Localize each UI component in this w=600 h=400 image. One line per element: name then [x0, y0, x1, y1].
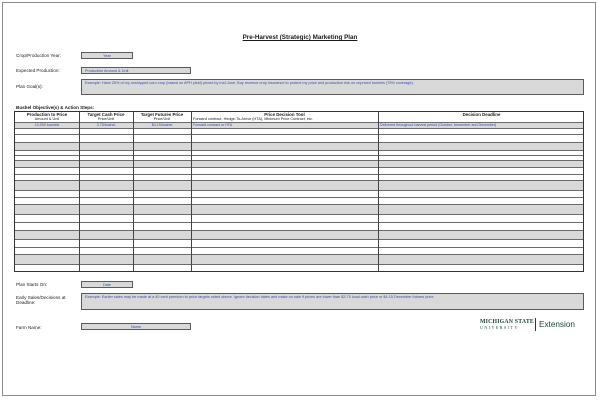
example-cash-price[interactable]: 3.75/bushel: [79, 123, 133, 128]
farm-name-field[interactable]: Name: [81, 323, 191, 330]
plan-goals-field[interactable]: Example: Have 25% of my unshipped corn c…: [81, 79, 584, 95]
col-header-deadline: Decision Deadline: [462, 112, 501, 117]
logo-divider: [535, 318, 536, 331]
example-decision-tool[interactable]: Forward contract or HTA: [193, 123, 376, 128]
plan-goals-label: Plan Goal(s):: [16, 84, 43, 89]
early-sales-label: Early Sales/Decisions at Deadline:: [16, 295, 66, 305]
early-sales-field[interactable]: Example: Earlier sales may be made at a …: [81, 293, 584, 310]
row-band: [15, 230, 583, 239]
col-sub-cash-price: Price/Unit: [97, 117, 115, 121]
expected-production-field[interactable]: Production Amount & Unit: [81, 67, 191, 74]
example-production[interactable]: 10,000 bushels: [15, 123, 79, 128]
crop-year-field[interactable]: Year: [81, 52, 133, 59]
row-band: [15, 160, 583, 167]
example-deadline[interactable]: Delivered throughout harvest period (Oct…: [380, 123, 583, 128]
logo-university-name: MICHIGAN STATE: [480, 319, 534, 325]
col-sub-production: Amount & Unit: [34, 117, 60, 121]
crop-year-label: Crop/Production Year:: [16, 53, 61, 58]
row-band: [15, 180, 583, 190]
farm-name-label: Farm Name:: [16, 325, 42, 330]
logo-extension-text: Extension: [539, 320, 575, 329]
page-title: Pre-Harvest (Strategic) Marketing Plan: [242, 34, 358, 41]
logo-university-word: UNIVERSITY: [480, 325, 519, 330]
action-steps-label: Bushel Objective(s) & Action Steps:: [16, 105, 95, 110]
expected-production-label: Expected Production:: [16, 68, 60, 73]
col-sub-futures-price: Price/Unit: [153, 117, 171, 121]
col-sub-decision-tool: Forward contract, Hedge-To-Arrive (HTA),…: [193, 117, 313, 121]
row-band: [15, 142, 583, 150]
plan-starts-label: Plan Starts On:: [16, 282, 48, 287]
row-band: [15, 204, 583, 214]
row-band: [15, 254, 583, 264]
example-futures-price[interactable]: $4.15/bushel: [133, 123, 191, 128]
action-steps-table: Production to Price Target Cash Price Ta…: [14, 111, 584, 272]
plan-starts-field[interactable]: Date: [81, 281, 133, 288]
